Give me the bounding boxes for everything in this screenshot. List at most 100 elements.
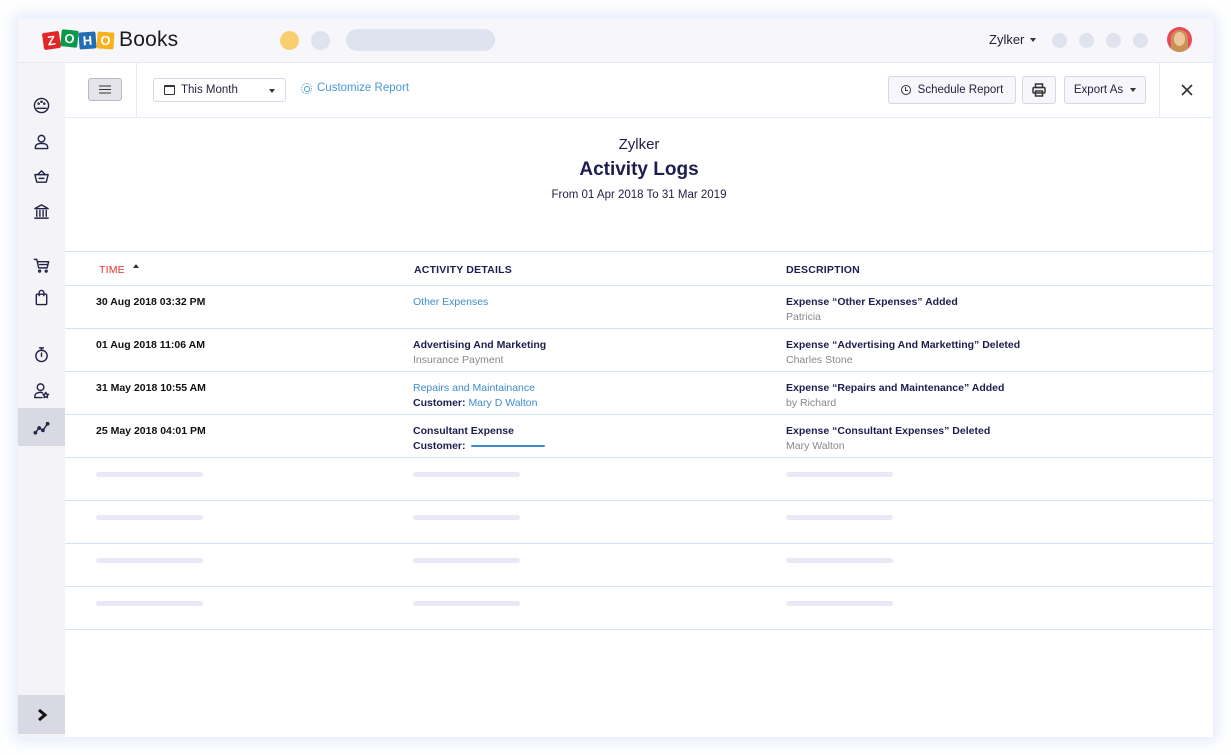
export-as-dropdown[interactable]: Export As (1064, 76, 1146, 104)
row-time: 25 May 2018 04:01 PM (96, 425, 206, 437)
customer-link-placeholder[interactable] (471, 444, 546, 448)
toolbar-divider (1159, 63, 1160, 118)
bag-icon (35, 289, 48, 305)
row-description: Expense “Advertising And Marketting” Del… (786, 338, 1020, 368)
org-switcher[interactable]: Zylker (989, 32, 1037, 47)
sidebar-item-reports[interactable] (18, 408, 65, 446)
row-time: 31 May 2018 10:55 AM (96, 382, 206, 394)
sort-ascending-icon[interactable] (133, 264, 139, 272)
row-description: Expense “Consultant Expenses” Deleted Ma… (786, 424, 990, 454)
logo-letter: O (96, 30, 115, 50)
period-value: This Month (181, 84, 238, 96)
product-name: Books (119, 28, 179, 51)
placeholder-bar (96, 515, 203, 520)
caret-down-icon (269, 89, 275, 93)
row-description: Expense “Other Expenses” Added Patricia (786, 295, 958, 325)
actor-name: Mary Walton (786, 440, 845, 452)
sidebar-item-accountant[interactable] (18, 371, 65, 409)
menu-toggle-button[interactable] (88, 78, 122, 101)
search-bar-placeholder[interactable] (346, 29, 495, 51)
placeholder-bar (96, 558, 203, 563)
schedule-report-label: Schedule Report (917, 84, 1004, 96)
placeholder-row (65, 544, 1213, 587)
activity-log-table: TIME ACTIVITY DETAILS DESCRIPTION 30 Aug… (65, 251, 1213, 630)
avatar-face (1174, 32, 1185, 46)
chevron-right-icon (37, 708, 47, 721)
row-description: Expense “Repairs and Maintenance” Added … (786, 381, 1004, 411)
table-row[interactable]: 25 May 2018 04:01 PM Consultant Expense … (65, 415, 1213, 458)
topbar-placeholder-icon[interactable] (1052, 33, 1067, 48)
clock-icon (900, 85, 911, 95)
row-details: Repairs and Maintainance Customer: Mary … (413, 381, 537, 411)
table-row[interactable]: 30 Aug 2018 03:32 PM Other Expenses Expe… (65, 286, 1213, 329)
customer-link[interactable]: Mary D Walton (468, 397, 537, 409)
placeholder-bar (413, 472, 520, 477)
topbar-placeholder-icon[interactable] (1106, 33, 1121, 48)
sidebar-expand-button[interactable] (18, 695, 65, 734)
placeholder-row (65, 458, 1213, 501)
chart-line-icon (33, 421, 50, 435)
topbar-placeholder-icon[interactable] (1133, 33, 1148, 48)
bank-icon (34, 203, 49, 219)
sidebar-item-banking[interactable] (18, 192, 65, 230)
gear-icon (301, 82, 312, 94)
customize-report-label: Customize Report (317, 82, 410, 94)
export-as-label: Export As (1073, 84, 1124, 96)
activity-link[interactable]: Other Expenses (413, 295, 488, 310)
hamburger-icon (99, 88, 111, 91)
logo-letter: O (60, 29, 79, 48)
report-header: Zylker Activity Logs From 01 Apr 2018 To… (65, 135, 1213, 201)
report-title: Activity Logs (579, 159, 699, 180)
column-header-activity-details: ACTIVITY DETAILS (414, 264, 512, 276)
schedule-report-button[interactable]: Schedule Report (888, 76, 1016, 104)
close-report-button[interactable] (1178, 81, 1196, 99)
caret-down-icon (1030, 37, 1037, 42)
sidebar-item-time-tracking[interactable] (18, 335, 65, 373)
sidebar-item-purchases[interactable] (18, 278, 65, 316)
placeholder-row (65, 587, 1213, 630)
print-button[interactable] (1022, 76, 1056, 104)
placeholder-bar (786, 601, 893, 606)
sidebar-item-dashboard[interactable] (18, 86, 65, 124)
table-row[interactable]: 01 Aug 2018 11:06 AM Advertising And Mar… (65, 329, 1213, 372)
logo-letter: Z (41, 30, 62, 50)
close-icon (1181, 84, 1193, 96)
activity-link[interactable]: Repairs and Maintainance (413, 381, 537, 396)
period-select[interactable]: This Month (153, 78, 286, 102)
placeholder-bar (413, 601, 520, 606)
caret-down-icon (1130, 88, 1137, 92)
zoho-logo-icon: Z O H O (41, 29, 115, 50)
row-time: 30 Aug 2018 03:32 PM (96, 296, 206, 308)
activity-name: Consultant Expense (413, 425, 514, 437)
row-details: Other Expenses (413, 295, 488, 310)
top-bar: Z O H O Books Zylker (18, 18, 1213, 63)
placeholder-dot (311, 31, 330, 50)
sidebar-item-items[interactable] (18, 157, 65, 195)
customize-report-link[interactable]: Customize Report (301, 82, 409, 94)
placeholder-bar (786, 472, 893, 477)
topbar-placeholder-icon[interactable] (1079, 33, 1094, 48)
description-text: Expense “Other Expenses” Added (786, 296, 958, 308)
row-time: 01 Aug 2018 11:06 AM (96, 339, 205, 351)
report-date-range: From 01 Apr 2018 To 31 Mar 2019 (551, 189, 727, 201)
table-row[interactable]: 31 May 2018 10:55 AM Repairs and Maintai… (65, 372, 1213, 415)
user-icon (34, 134, 49, 149)
sidebar-item-contacts[interactable] (18, 122, 65, 160)
activity-name: Advertising And Marketing (413, 339, 547, 351)
zoho-books-logo[interactable]: Z O H O Books (41, 28, 179, 52)
report-toolbar: This Month Customize Report Schedule Rep… (65, 63, 1213, 118)
printer-icon (1032, 83, 1046, 97)
column-header-time[interactable]: TIME (99, 264, 125, 276)
actor-name: Charles Stone (786, 354, 853, 366)
dashboard-icon (33, 97, 50, 113)
customer-label: Customer: (413, 397, 466, 409)
actor-name: Patricia (786, 311, 822, 323)
user-avatar[interactable] (1167, 27, 1192, 52)
org-name: Zylker (989, 32, 1025, 47)
calendar-icon (164, 85, 175, 95)
stopwatch-icon (35, 346, 48, 362)
placeholder-bar (786, 558, 893, 563)
app-window: Z O H O Books Zylker This Month Customiz… (18, 18, 1213, 737)
placeholder-bar (413, 558, 520, 563)
description-text: Expense “Advertising And Marketting” Del… (786, 339, 1021, 351)
